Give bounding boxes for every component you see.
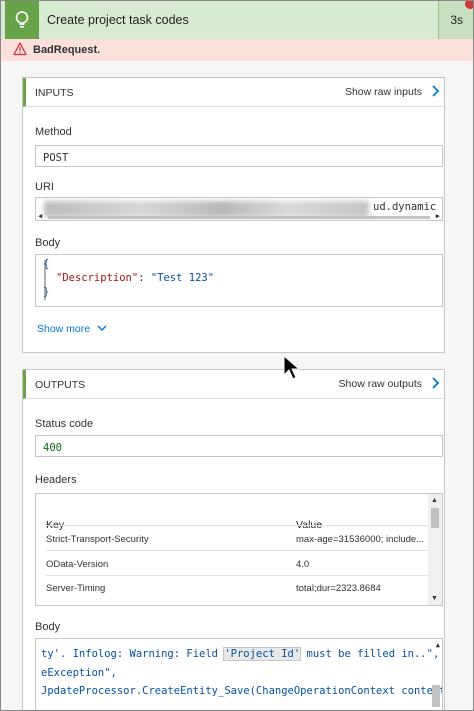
uri-label: URI [35,181,54,193]
uri-value: ud.dynamic [373,201,437,213]
run-history-panel: Create project task codes 3s BadRequest.… [0,0,474,711]
status-dot [465,1,473,9]
inputs-card-header: INPUTS Show raw inputs [23,78,444,107]
scrollbar-thumb[interactable] [431,508,439,528]
warning-icon [13,42,27,59]
chevron-right-icon[interactable] [430,377,440,392]
method-label: Method [35,126,72,138]
error-banner: BadRequest. [1,39,473,61]
outputs-card: OUTPUTS Show raw outputs Status code 400… [22,369,445,710]
status-code-value: 400 [43,442,62,454]
action-header[interactable]: Create project task codes 3s [1,1,473,39]
inputs-card: INPUTS Show raw inputs Method POST URI u… [22,77,445,353]
body-brace-close: } [43,286,50,298]
row-divider [46,575,440,576]
error-text: BadRequest. [33,44,101,56]
output-body-line: ty'. Infolog: Warning: Field 'Project Id… [41,647,440,661]
duration-box: 3s [438,1,473,39]
body-label: Body [35,237,61,249]
scroll-left-arrow[interactable]: ◀ [38,212,42,220]
headers-label: Headers [35,474,77,486]
output-body-line: eException", [41,667,117,679]
output-body-text: ty'. Infolog: Warning: Field [41,648,225,660]
body-brace-open: { [43,258,50,270]
scrollbar-thumb[interactable] [432,685,440,707]
header-key: OData-Version [46,559,109,570]
scroll-up-arrow[interactable]: ▲ [436,641,440,649]
redacted-uri [44,201,369,217]
header-key: Server-Timing [46,583,106,594]
output-body-highlight: 'Project Id' [223,647,302,661]
header-key: Strict-Transport-Security [46,534,149,545]
horizontal-scrollbar[interactable] [48,216,430,219]
inputs-title: INPUTS [35,87,74,99]
output-body-field: ty'. Infolog: Warning: Field 'Project Id… [35,638,443,710]
output-body-label: Body [35,621,61,633]
uri-field: ud.dynamic ◀ ▶ [35,197,443,221]
body-key-value-line: "Description": "Test 123" [56,272,215,284]
method-value: POST [43,152,69,164]
body-field: { "Description": "Test 123" } [35,254,443,307]
body-key: "Description" [56,272,139,284]
show-raw-outputs-link[interactable]: Show raw outputs [339,378,422,390]
details-content: INPUTS Show raw inputs Method POST URI u… [1,61,473,710]
scroll-up-arrow[interactable]: ▲ [431,497,438,504]
header-value: max-age=31536000; include... [296,534,425,545]
show-raw-inputs-link[interactable]: Show raw inputs [345,86,422,98]
scroll-down-arrow[interactable]: ▼ [431,595,438,602]
chevron-down-icon [97,325,107,331]
status-code-field: 400 [35,435,443,457]
output-body-line: JpdateProcessor.CreateEntity_Save(Change… [41,685,443,697]
output-body-text: must be filled in..", [300,648,440,660]
cursor-icon [283,355,301,380]
headers-table: Key Value Strict-Transport-Security max-… [35,493,443,606]
status-code-label: Status code [35,418,94,430]
outputs-title: OUTPUTS [35,379,86,391]
show-more-label: Show more [37,323,91,335]
vertical-scrollbar[interactable]: ▲ ▼ [428,494,442,605]
show-more-link[interactable]: Show more [37,323,107,335]
scroll-right-arrow[interactable]: ▶ [436,212,440,220]
action-title: Create project task codes [47,13,189,27]
method-field: POST [35,145,443,167]
outputs-card-header: OUTPUTS Show raw outputs [23,370,444,399]
header-divider [46,525,440,526]
duration-label: 3s [450,13,463,27]
header-value: 4.0 [296,559,310,570]
body-val: "Test 123" [150,272,215,284]
row-divider [46,550,440,551]
lightbulb-icon [5,1,39,39]
header-value: total;dur=2323.8684 [296,583,381,594]
chevron-right-icon[interactable] [430,85,440,100]
